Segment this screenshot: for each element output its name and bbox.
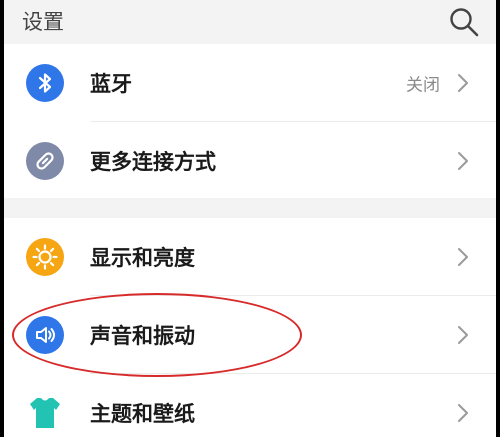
speaker-icon (26, 316, 64, 354)
chevron-right-icon (458, 326, 468, 344)
settings-item-label: 显示和亮度 (90, 246, 195, 270)
chevron-right-icon (458, 248, 468, 266)
bluetooth-icon (26, 64, 64, 102)
sun-icon (26, 238, 64, 276)
settings-item-label: 蓝牙 (90, 72, 132, 96)
settings-item-label: 主题和壁纸 (90, 402, 195, 426)
chevron-right-icon (458, 74, 468, 92)
settings-item-bluetooth[interactable]: 蓝牙 关闭 (4, 44, 496, 122)
chevron-right-icon (458, 404, 468, 422)
settings-item-label: 声音和振动 (90, 324, 195, 348)
search-icon[interactable] (448, 6, 480, 38)
chevron-right-icon (458, 152, 468, 170)
status-text: 关闭 (406, 75, 440, 96)
shirt-icon (30, 398, 60, 428)
settings-item-theme[interactable]: 主题和壁纸 (4, 374, 496, 437)
settings-item-label: 更多连接方式 (90, 150, 216, 174)
settings-item-display[interactable]: 显示和亮度 (4, 218, 496, 296)
section-divider (4, 198, 496, 218)
page-title: 设置 (22, 10, 64, 34)
link-icon (26, 142, 64, 180)
settings-item-more-connections[interactable]: 更多连接方式 (4, 122, 496, 200)
settings-screen: 设置 蓝牙 关闭 更多连接方式 显示和亮度 声音和振动 主题和壁纸 (4, 0, 496, 437)
settings-item-sound[interactable]: 声音和振动 (4, 296, 496, 374)
